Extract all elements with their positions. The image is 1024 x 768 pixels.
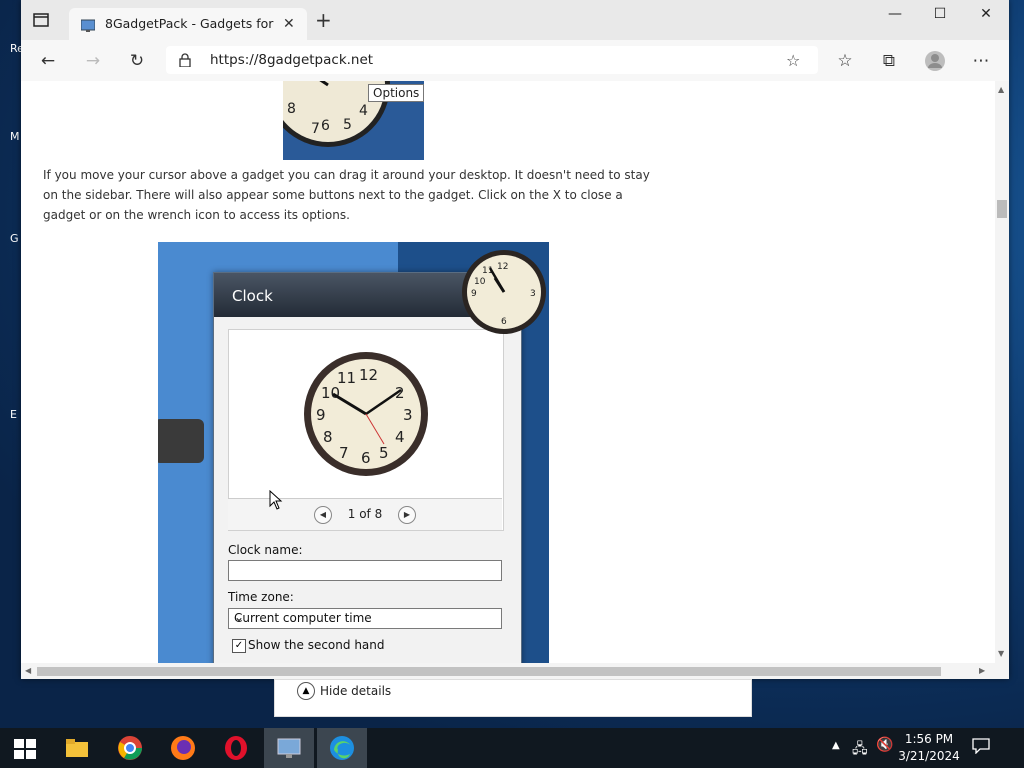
svg-text:7: 7 xyxy=(339,444,349,462)
svg-text:6: 6 xyxy=(321,118,330,134)
chrome-icon[interactable] xyxy=(116,734,144,762)
file-explorer-icon[interactable] xyxy=(63,734,91,762)
new-tab-icon[interactable]: + xyxy=(315,10,332,30)
taskbar-date: 3/21/2024 xyxy=(898,749,960,763)
scroll-right-icon[interactable]: ▶ xyxy=(979,666,985,675)
scroll-down-icon[interactable]: ▼ xyxy=(998,649,1004,658)
time-zone-select[interactable]: Current computer time ⌄ xyxy=(228,608,502,629)
site-favicon-icon xyxy=(80,17,96,32)
desktop-icon-label[interactable]: M xyxy=(10,130,20,143)
svg-text:12: 12 xyxy=(497,262,508,272)
tab-actions-icon[interactable] xyxy=(31,11,51,29)
address-url[interactable]: https://8gadgetpack.net xyxy=(210,52,373,68)
profile-avatar[interactable] xyxy=(924,50,946,72)
svg-text:5: 5 xyxy=(379,444,389,462)
svg-text:12: 12 xyxy=(359,366,378,384)
firefox-icon[interactable] xyxy=(169,734,197,762)
browser-window: 8GadgetPack - Gadgets for Windows ✕ + — … xyxy=(21,0,1009,679)
horizontal-scrollbar[interactable]: ◀ ▶ xyxy=(21,663,1009,679)
next-clock-button[interactable]: ▶ xyxy=(398,506,416,524)
desktop-icon-label[interactable]: G xyxy=(10,232,19,245)
taskbar-clock[interactable]: 1:56 PM 3/21/2024 xyxy=(896,731,962,765)
maximize-button[interactable]: ☐ xyxy=(928,6,952,26)
desktop-icon-label[interactable]: E xyxy=(10,408,17,421)
chevron-down-icon: ⌄ xyxy=(234,610,245,624)
lock-icon[interactable] xyxy=(179,52,191,68)
address-bar[interactable]: https://8gadgetpack.net ☆ xyxy=(166,46,818,74)
add-favorite-icon[interactable]: ☆ xyxy=(786,51,800,70)
notification-icon[interactable] xyxy=(972,738,990,755)
horizontal-scroll-thumb[interactable] xyxy=(37,667,941,676)
collections-icon[interactable]: ⧉ xyxy=(878,50,900,72)
clock-settings-screenshot: Clock 12 2 3 4 5 6 7 8 9 10 11 ◀ 1 of 8 … xyxy=(158,242,549,663)
browser-toolbar: ← → ↻ https://8gadgetpack.net ☆ ☆ ⧉ ⋯ xyxy=(21,40,1009,82)
volume-muted-icon[interactable]: 🔇 xyxy=(876,737,893,753)
network-icon[interactable]: 🖧 xyxy=(852,738,868,762)
clock-name-input[interactable] xyxy=(228,560,502,581)
more-menu-icon[interactable]: ⋯ xyxy=(970,50,992,72)
opera-icon[interactable] xyxy=(222,734,250,762)
taskbar: ▲ 🖧 🔇 1:56 PM 3/21/2024 xyxy=(0,728,1024,768)
mouse-cursor-icon xyxy=(269,489,283,514)
chevron-up-icon[interactable]: ▲ xyxy=(297,682,315,700)
vertical-scroll-thumb[interactable] xyxy=(997,200,1007,218)
second-hand-checkbox[interactable]: ✓ xyxy=(232,639,246,653)
clock-name-label: Clock name: xyxy=(228,543,303,557)
svg-text:5: 5 xyxy=(343,117,352,133)
article-paragraph: If you move your cursor above a gadget y… xyxy=(43,168,650,222)
minimize-button[interactable]: — xyxy=(883,6,907,26)
clock-gadget-image: 12 11 10 9 3 6 xyxy=(462,250,546,334)
svg-text:6: 6 xyxy=(361,449,371,467)
favorites-icon[interactable]: ☆ xyxy=(834,50,856,72)
svg-text:9: 9 xyxy=(316,406,326,424)
refresh-icon[interactable]: ↻ xyxy=(126,50,148,72)
svg-text:4: 4 xyxy=(395,428,405,446)
sidebar-gadget-icon xyxy=(158,419,204,463)
edge-icon[interactable] xyxy=(328,734,356,762)
back-icon[interactable]: ← xyxy=(37,50,59,72)
svg-text:4: 4 xyxy=(359,103,368,119)
second-hand-label: Show the second hand xyxy=(248,638,385,652)
svg-text:3: 3 xyxy=(403,406,413,424)
svg-text:3: 3 xyxy=(530,289,536,299)
hide-details-button[interactable]: Hide details xyxy=(320,684,391,698)
svg-text:6: 6 xyxy=(501,317,507,327)
tab-title: 8GadgetPack - Gadgets for Windows xyxy=(105,16,277,31)
svg-text:11: 11 xyxy=(337,369,356,387)
scroll-left-icon[interactable]: ◀ xyxy=(25,666,31,675)
tab-active[interactable]: 8GadgetPack - Gadgets for Windows ✕ xyxy=(69,8,307,40)
page-content: 7 6 5 4 8 Options If you move your curso… xyxy=(21,81,995,663)
close-button[interactable]: ✕ xyxy=(974,6,998,26)
svg-text:7: 7 xyxy=(311,121,320,137)
forward-icon[interactable]: → xyxy=(82,50,104,72)
time-zone-label: Time zone: xyxy=(228,590,294,604)
scroll-up-icon[interactable]: ▲ xyxy=(998,85,1004,94)
svg-text:9: 9 xyxy=(471,289,477,299)
start-icon[interactable] xyxy=(11,734,39,762)
svg-text:10: 10 xyxy=(474,277,486,287)
tab-close-icon[interactable]: ✕ xyxy=(283,16,295,32)
show-hidden-icons-icon[interactable]: ▲ xyxy=(832,740,840,751)
vertical-scrollbar[interactable]: ▲ ▼ xyxy=(995,81,1009,663)
tab-strip: 8GadgetPack - Gadgets for Windows ✕ + — … xyxy=(21,0,1009,40)
taskbar-time: 1:56 PM xyxy=(904,732,954,746)
svg-text:8: 8 xyxy=(287,101,296,117)
options-tooltip: Options xyxy=(368,84,425,102)
details-bar: ▲ Hide details xyxy=(274,679,752,717)
dialog-title: Clock xyxy=(232,287,273,305)
svg-text:8: 8 xyxy=(323,428,333,446)
gadgets-app-icon[interactable] xyxy=(275,734,303,762)
